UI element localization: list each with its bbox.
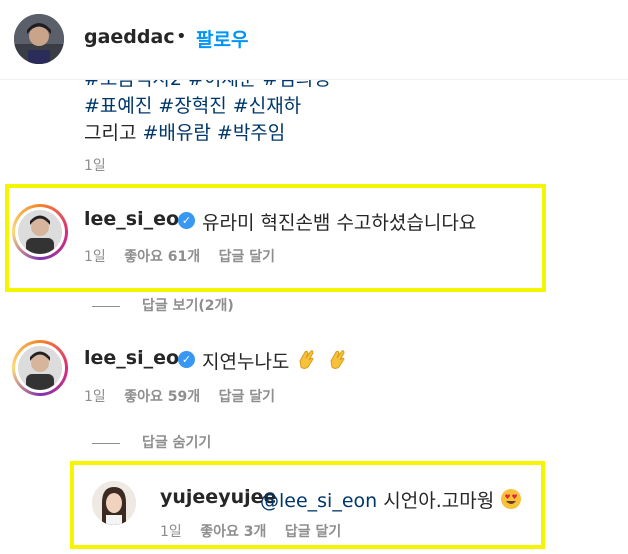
comment-2-avatar-image (18, 346, 62, 390)
caption-line-3-tags[interactable]: #배유람 #박주임 (143, 122, 286, 144)
caption-line-3: 그리고 #배유람 #박주임 (84, 120, 604, 147)
comment-2-hide-replies-label: 답글 숨기기 (142, 435, 212, 451)
comment-2-reply-button[interactable]: 답글 달기 (219, 389, 275, 405)
comment-1-reply-button[interactable]: 답글 달기 (219, 249, 275, 265)
reply-1-likes[interactable]: 좋아요 3개 (200, 524, 266, 540)
reply-1-time[interactable]: 1일 (160, 524, 182, 540)
comment-2-likes[interactable]: 좋아요 59개 (124, 389, 200, 405)
comment-2-text-row: 지연누나도 (202, 347, 350, 374)
reply-1-avatar[interactable] (92, 481, 136, 525)
highlight-box-comment-1 (5, 184, 546, 292)
comment-1-view-replies[interactable]: 답글 보기(2개) (92, 295, 234, 315)
owner-avatar[interactable] (14, 14, 64, 64)
reply-1-avatar-image (92, 481, 136, 525)
reply-1-mention[interactable]: @lee_si_eon (260, 490, 377, 512)
comment-1-username[interactable]: lee_si_eon (84, 208, 193, 230)
caption-line-3-prefix: 그리고 (84, 122, 137, 144)
post-header: gaeddac • 팔로우 (0, 0, 628, 80)
caption-timestamp[interactable]: 1일 (84, 155, 106, 175)
comment-1-text: 유라미 혁진손뱀 수고하셨습니다요 (202, 212, 477, 234)
owner-username[interactable]: gaeddac (84, 26, 175, 48)
reply-1-reply-button[interactable]: 답글 달기 (285, 524, 341, 540)
verified-badge-icon: ✓ (178, 351, 195, 368)
reply-1-username[interactable]: yujeeyujee (160, 486, 276, 508)
comment-2-avatar[interactable] (12, 340, 68, 396)
comment-1-likes[interactable]: 좋아요 61개 (124, 249, 200, 265)
caption-line-2[interactable]: #표예진 #장혁진 #신재하 (84, 93, 604, 120)
comment-2-text: 지연누나도 (202, 351, 290, 373)
replies-line (92, 305, 120, 307)
reply-1-meta: 1일 좋아요 3개 답글 달기 (160, 521, 355, 541)
heart-eyes-icon (501, 489, 522, 509)
comment-2-username[interactable]: lee_si_eon (84, 347, 193, 369)
owner-avatar-image (14, 14, 64, 64)
verified-badge-icon: ✓ (178, 212, 195, 229)
follow-button[interactable]: 팔로우 (196, 25, 248, 52)
reply-1-text-row: @lee_si_eon 시언아.고마웡 (260, 486, 522, 513)
comment-2-meta: 1일 좋아요 59개 답글 달기 (84, 386, 289, 406)
clapping-hands-icon (299, 350, 315, 369)
comment-1-avatar-image (18, 210, 62, 254)
reply-1-text: 시언아.고마웡 (383, 490, 495, 512)
header-separator: • (176, 26, 187, 47)
comment-2-time[interactable]: 1일 (84, 389, 106, 405)
comment-1-view-replies-label: 답글 보기(2개) (142, 298, 234, 314)
comment-1-meta: 1일 좋아요 61개 답글 달기 (84, 246, 289, 266)
comment-2-hide-replies[interactable]: 답글 숨기기 (92, 432, 211, 452)
replies-line (92, 442, 120, 444)
clapping-hands-icon (329, 350, 345, 369)
comment-1-time[interactable]: 1일 (84, 249, 106, 265)
comment-1-avatar[interactable] (12, 204, 68, 260)
post-comments-panel: gaeddac • 팔로우 #조금씩시2 #이재분 #김의성 #표예진 #장혁진… (0, 0, 628, 554)
